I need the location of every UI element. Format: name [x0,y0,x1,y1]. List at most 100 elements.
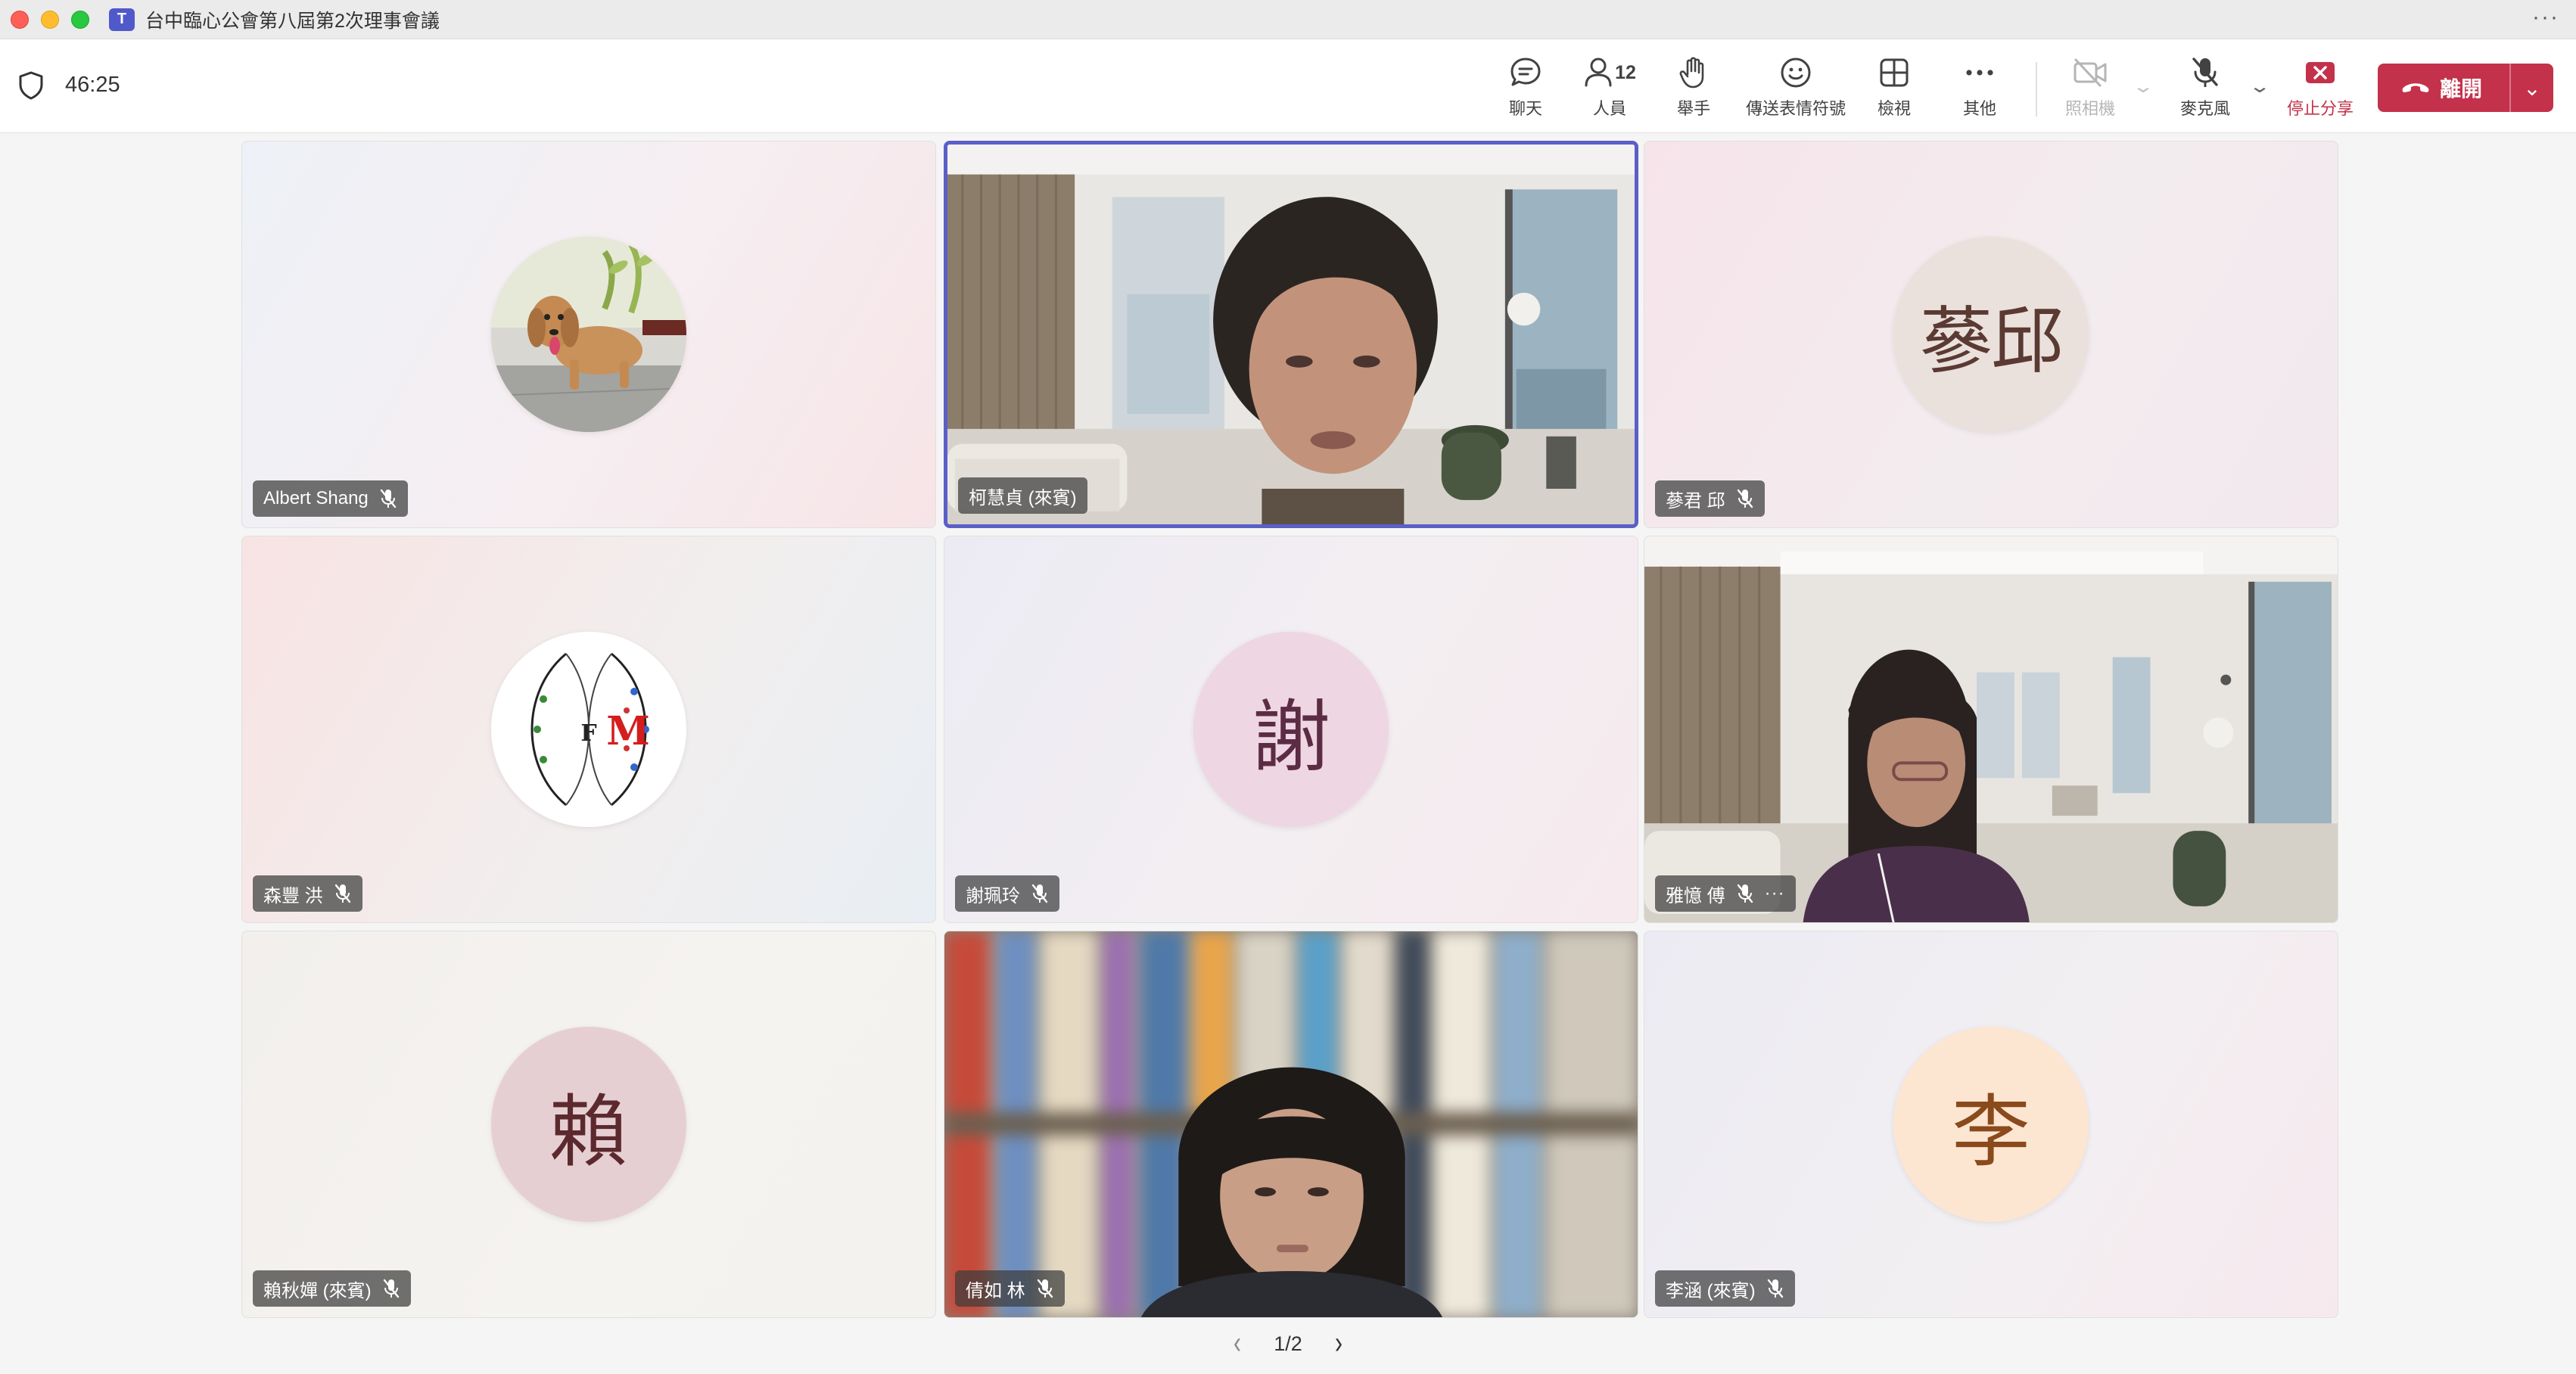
participant-tile-active[interactable]: 柯慧貞 (來賓) [944,141,1638,528]
participant-tile[interactable]: 賴 賴秋嬋 (來賓) [241,931,936,1318]
window-title: 台中臨心公會第八屆第2次理事會議 [145,10,440,32]
video-grid: Albert Shang 柯慧貞 (來賓) 蔘邱 蔘君 邱 M F 森豐 洪 謝… [0,133,2576,1374]
window-more-icon[interactable]: ··· [2532,5,2559,30]
stop-share-icon [2302,56,2338,89]
logo-letter-m: M [606,708,650,754]
participant-more-options-icon[interactable]: ··· [1765,883,1785,904]
participant-name-tag: 李涵 (來賓) [1655,1270,1795,1307]
page-indicator: 1/2 [1274,1332,1302,1355]
next-page-chevron-icon[interactable]: › [1335,1326,1342,1362]
participant-avatar-logo: M F [491,632,686,827]
raise-hand-label: 舉手 [1676,99,1710,118]
participant-name-tag: 賴秋嬋 (來賓) [253,1270,411,1307]
participant-avatar-initials: 蔘邱 [1893,237,2089,432]
more-actions-button[interactable]: 其他 [1934,56,2025,120]
microphone-options-chevron-icon[interactable]: ⌄ [2248,76,2271,98]
participant-name-tag: Albert Shang [253,480,408,517]
raise-hand-button[interactable]: 舉手 [1648,56,1739,120]
mic-off-icon [1767,1279,1783,1298]
mic-off-icon [380,489,396,508]
logo-letter-f: F [580,720,596,747]
people-count: 12 [1615,61,1636,83]
participant-name: 森豐 洪 [263,885,323,906]
chat-icon [1507,56,1544,89]
participant-name-tag: 柯慧貞 (來賓) [958,477,1087,514]
participant-avatar-initials: 賴 [491,1027,686,1222]
participant-avatar-initials: 謝 [1193,632,1389,827]
mic-off-icon [1737,884,1753,903]
camera-options-chevron-icon[interactable]: ⌄ [2132,76,2154,98]
people-button[interactable]: 12 人員 [1564,56,1655,120]
toolbar-divider [2036,62,2037,117]
hang-up-icon [2402,83,2429,92]
zoom-window-button[interactable] [71,10,89,29]
leave-label: 離開 [2440,77,2483,101]
participant-tile[interactable]: 倩如 林 [944,931,1638,1318]
emoji-icon [1778,56,1814,89]
microphone-label: 麥克風 [2179,99,2230,118]
more-actions-label: 其他 [1962,99,1996,118]
close-window-button[interactable] [11,10,29,29]
stop-sharing-button[interactable]: 停止分享 [2275,56,2366,120]
window-controls [11,10,89,29]
mic-off-icon [383,1279,399,1298]
shield-icon[interactable] [18,71,44,100]
participant-name-tag: 倩如 林 [955,1270,1065,1307]
participant-tile[interactable]: M F 森豐 洪 [241,536,936,923]
camera-label: 照相機 [2064,99,2115,118]
people-label: 人員 [1592,99,1626,118]
chat-button[interactable]: 聊天 [1480,56,1571,120]
grid-view-icon [1876,56,1912,89]
stop-sharing-label: 停止分享 [2286,99,2354,118]
participant-video-feed [947,145,1635,524]
reactions-label: 傳送表情符號 [1746,99,1846,118]
participant-name: 倩如 林 [966,1280,1025,1301]
reactions-button[interactable]: 傳送表情符號 [1746,56,1846,120]
participant-name-tag: 謝珮玲 [955,875,1059,912]
participant-tile[interactable]: Albert Shang [241,141,936,528]
window-title-bar: T 台中臨心公會第八屆第2次理事會議 ··· [0,0,2576,39]
hand-icon [1675,56,1712,89]
meeting-timer: 46:25 [65,73,120,97]
participant-name-tag: 森豐 洪 [253,875,362,912]
participant-avatar-initials: 李 [1893,1027,2089,1222]
meeting-toolbar: 46:25 聊天 12 人員 舉手 傳送表情符號 檢視 其他 照相機 ⌄ 麥克風… [0,39,2576,133]
minimize-window-button[interactable] [41,10,59,29]
participant-name-tag: 蔘君 邱 [1655,480,1765,517]
participant-name-tag: 雅憶 傅 ··· [1655,875,1796,912]
view-label: 檢視 [1877,99,1911,118]
previous-page-chevron-icon[interactable]: ‹ [1234,1326,1241,1362]
participant-tile[interactable]: 李 李涵 (來賓) [1644,931,2338,1318]
chat-label: 聊天 [1508,99,1542,118]
camera-off-icon [2072,56,2108,89]
participant-name: 賴秋嬋 (來賓) [263,1280,372,1301]
dog-photo-icon [491,237,686,432]
leave-main[interactable]: 離開 [2378,64,2509,112]
participant-name: Albert Shang [263,488,369,508]
teams-app-icon: T [109,8,135,31]
participant-name: 柯慧貞 (來賓) [969,487,1077,508]
participant-video-feed [1644,536,2338,922]
mic-off-icon [334,884,350,903]
ellipsis-icon [1962,56,1998,89]
camera-button[interactable]: 照相機 [2045,56,2136,120]
participant-avatar-dog [491,237,686,432]
participant-tile[interactable]: 雅憶 傅 ··· [1644,536,2338,923]
mic-off-icon [1037,1279,1053,1298]
participant-tile[interactable]: 蔘邱 蔘君 邱 [1644,141,2338,528]
participant-tile[interactable]: 謝 謝珮玲 [944,536,1638,923]
mic-off-icon [2187,56,2223,89]
logo-icon: M F [530,652,650,807]
participant-name: 雅憶 傅 [1666,885,1725,906]
mic-off-icon [1737,489,1753,508]
gallery-pagination: ‹ 1/2 › [1234,1326,1342,1362]
participant-video-feed [1140,1067,1443,1317]
people-icon: 12 [1576,56,1644,89]
microphone-button[interactable]: 麥克風 [2160,56,2251,120]
leave-meeting-button[interactable]: 離開 ⌄ [2378,64,2553,112]
participant-name: 蔘君 邱 [1666,490,1725,511]
view-button[interactable]: 檢視 [1849,56,1940,120]
participant-name: 謝珮玲 [966,885,1020,906]
leave-options-chevron-icon[interactable]: ⌄ [2511,76,2553,101]
participant-name: 李涵 (來賓) [1666,1280,1756,1301]
